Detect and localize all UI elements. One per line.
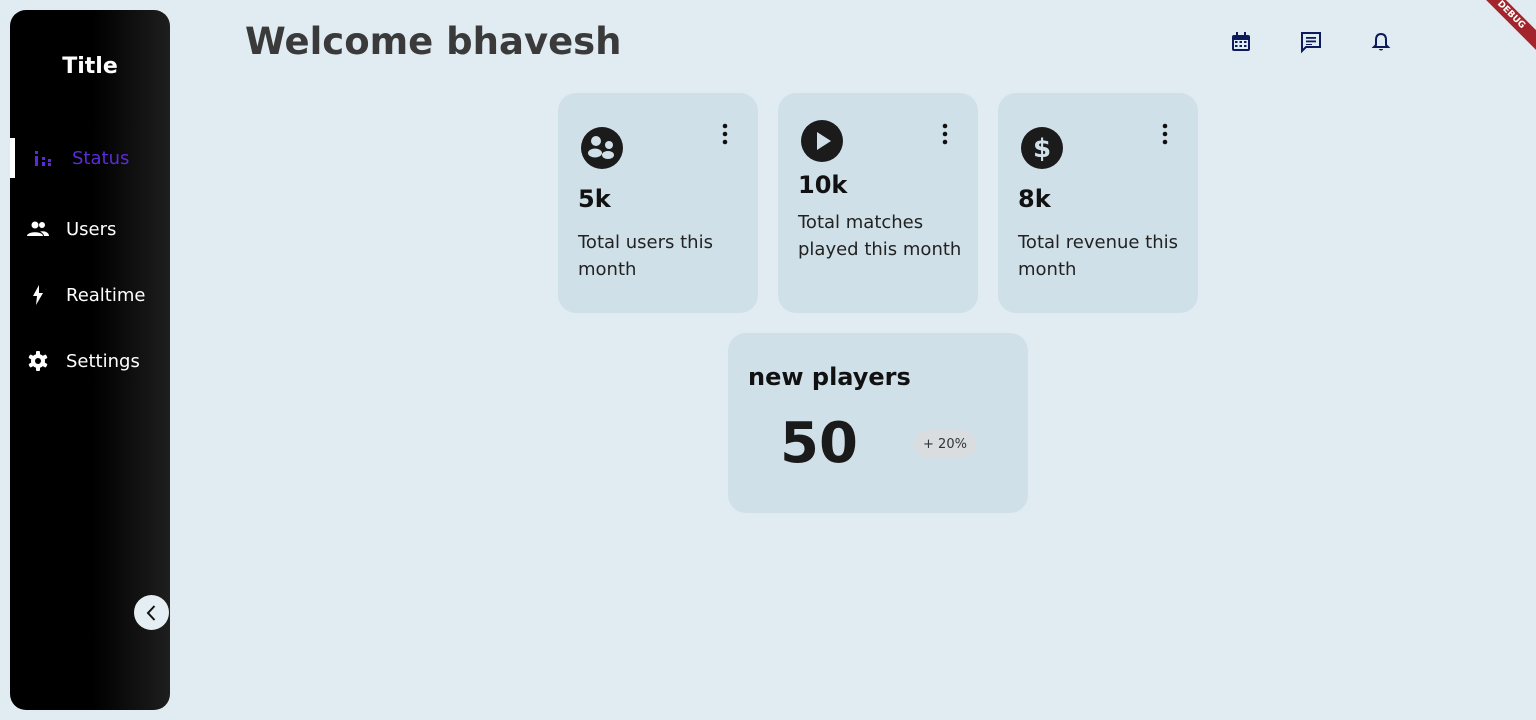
gear-icon: [26, 349, 50, 373]
sidebar-item-label: Users: [66, 218, 117, 240]
dollar-icon: $: [1021, 127, 1063, 169]
collapse-sidebar-button[interactable]: [134, 595, 169, 630]
svg-text:$: $: [1033, 134, 1051, 164]
sidebar-item-label: Settings: [66, 350, 140, 372]
sidebar-item-realtime[interactable]: Realtime: [10, 275, 170, 315]
new-players-value: 50: [780, 411, 858, 476]
sidebar-item-label: Realtime: [66, 284, 146, 306]
bar-chart-icon: [32, 146, 56, 170]
debug-banner: DEBUG: [1467, 0, 1536, 59]
stat-description: Total users this month: [578, 232, 713, 280]
sidebar-item-settings[interactable]: Settings: [10, 341, 170, 381]
calendar-icon[interactable]: [1229, 30, 1253, 54]
more-options-icon[interactable]: [721, 123, 729, 147]
page-title: Welcome bhavesh: [245, 20, 622, 63]
stat-description: Total revenue this month: [1018, 232, 1179, 280]
chevron-left-icon: [146, 604, 155, 621]
change-badge: + 20%: [914, 430, 976, 458]
more-options-icon[interactable]: [941, 123, 949, 147]
stat-value: 10k: [798, 171, 848, 199]
stat-card-revenue: $ 8k Total revenue this month: [998, 93, 1198, 313]
sidebar-item-label: Status: [72, 147, 130, 169]
stat-value: 8k: [1018, 185, 1051, 213]
new-players-card: new players 50 + 20%: [728, 333, 1028, 513]
people-icon: [26, 217, 50, 241]
stat-card-matches: 10k Total matches played this month: [778, 93, 978, 313]
sidebar-title: Title: [62, 54, 118, 79]
new-players-title: new players: [748, 363, 911, 391]
lightning-icon: [26, 283, 50, 307]
sidebar: Title Status Users Realtime Settings: [10, 10, 170, 710]
sidebar-item-users[interactable]: Users: [10, 209, 170, 249]
active-indicator: [10, 138, 15, 178]
community-icon: [581, 127, 623, 169]
stat-value: 5k: [578, 185, 611, 213]
stat-description: Total matches played this month: [798, 212, 962, 260]
chat-icon[interactable]: [1299, 30, 1323, 54]
more-options-icon[interactable]: [1161, 123, 1169, 147]
sidebar-item-status[interactable]: Status: [10, 138, 170, 178]
play-icon: [801, 120, 843, 162]
bell-icon[interactable]: [1369, 30, 1393, 54]
stat-card-users: 5k Total users this month: [558, 93, 758, 313]
